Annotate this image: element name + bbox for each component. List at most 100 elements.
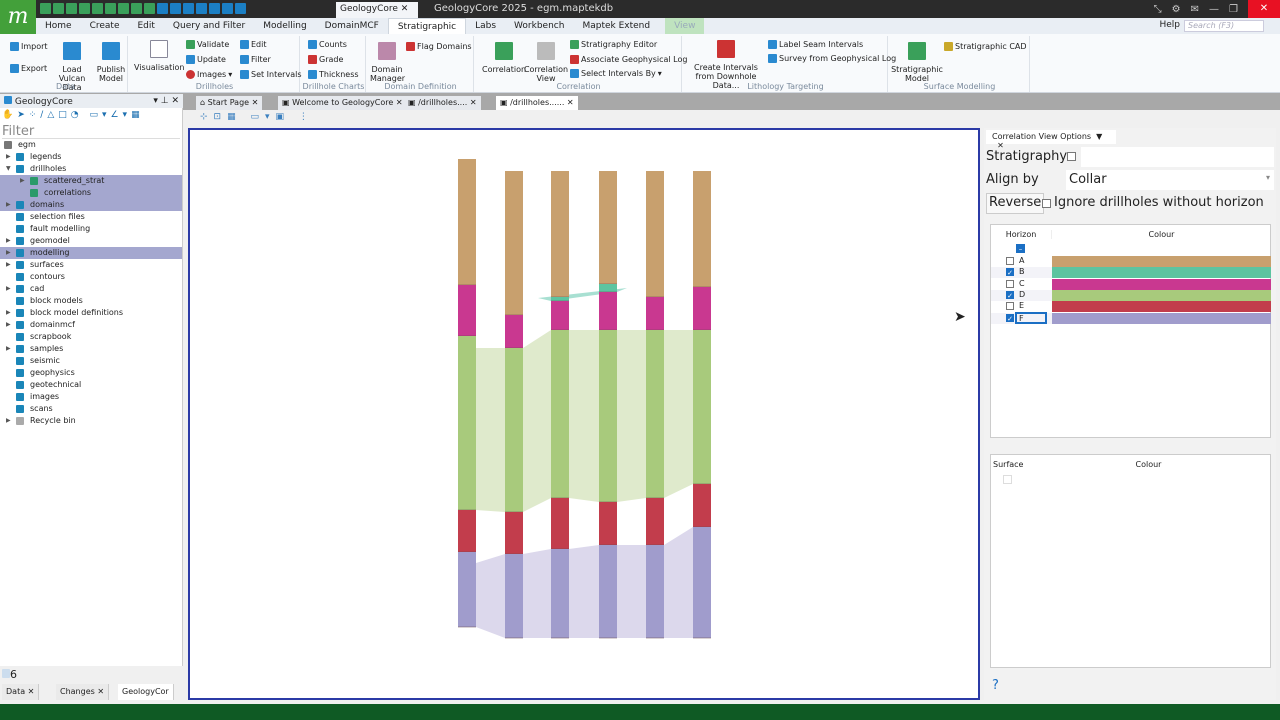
- expand-icon[interactable]: ▶: [6, 199, 11, 211]
- close-tab-icon[interactable]: ✕: [95, 687, 104, 696]
- stratigraphic-model-button[interactable]: Stratigraphic Model: [891, 42, 943, 83]
- select-all-checkbox[interactable]: –: [1016, 244, 1025, 253]
- drillhole-1-interval-A[interactable]: [458, 159, 476, 285]
- help-icon[interactable]: ?: [992, 678, 999, 693]
- correlation-view-button[interactable]: Correlation View: [524, 42, 568, 83]
- quick-access-toolbar[interactable]: [40, 0, 248, 17]
- stratigraphy-field[interactable]: [1081, 147, 1274, 167]
- drillhole-2-interval-C[interactable]: [505, 315, 523, 348]
- flag-domains-button[interactable]: Flag Domains: [406, 42, 472, 51]
- close-tab-icon[interactable]: ✕: [393, 98, 403, 107]
- tree-item[interactable]: ▶ domains: [0, 199, 182, 211]
- drillhole-6-interval-F[interactable]: [693, 527, 711, 638]
- tree-item[interactable]: geophysics: [0, 367, 182, 379]
- surface-select-all-checkbox[interactable]: [1003, 475, 1012, 484]
- expand-icon[interactable]: ▶: [6, 319, 11, 331]
- thickness-button[interactable]: Thickness: [308, 70, 359, 79]
- pin-icon[interactable]: ⤡: [1154, 4, 1162, 15]
- drillhole-3-interval-F[interactable]: [551, 549, 569, 638]
- panel-controls[interactable]: ▾ ⊥ ✕: [153, 96, 179, 106]
- domain-manager-button[interactable]: Domain Manager: [370, 42, 405, 83]
- drillhole-4-interval-E[interactable]: [599, 502, 617, 545]
- gear-icon[interactable]: ⚙: [1172, 4, 1181, 15]
- horizon-checkbox[interactable]: ✓: [1006, 268, 1014, 277]
- horizon-checkbox[interactable]: [1006, 257, 1014, 265]
- counts-button[interactable]: Counts: [308, 40, 347, 49]
- horizon-row[interactable]: A: [991, 256, 1271, 267]
- ribbon-tab-stratigraphic[interactable]: Stratigraphic: [387, 17, 467, 35]
- ribbon-tab-modelling[interactable]: Modelling: [254, 18, 315, 34]
- expand-icon[interactable]: ▶: [6, 307, 11, 319]
- edit-button[interactable]: Edit: [240, 40, 267, 49]
- drillhole-5-interval-A[interactable]: [646, 171, 664, 297]
- close-tab-icon[interactable]: ✕: [249, 98, 259, 107]
- tree-item[interactable]: ▶ cad: [0, 283, 182, 295]
- survey-log-button[interactable]: Survey from Geophysical Log: [768, 54, 896, 63]
- expand-icon[interactable]: ▶: [6, 259, 11, 271]
- stratigraphy-checkbox[interactable]: [1067, 152, 1076, 161]
- drillhole-3-interval-D[interactable]: [551, 330, 569, 498]
- expand-icon[interactable]: ▶: [6, 151, 11, 163]
- drillhole-6-interval-A[interactable]: [693, 171, 711, 287]
- close-tab-icon[interactable]: ✕: [467, 98, 477, 107]
- label-seam-button[interactable]: Label Seam Intervals: [768, 40, 863, 49]
- correlation-view[interactable]: [188, 128, 980, 700]
- horizon-colour-swatch[interactable]: [1052, 267, 1271, 279]
- grade-button[interactable]: Grade: [308, 55, 343, 64]
- filter-button[interactable]: Filter: [240, 55, 271, 64]
- align-by-select[interactable]: Collar ▾: [1066, 170, 1274, 190]
- tree-item[interactable]: geotechnical: [0, 379, 182, 391]
- drillhole-6-interval-C[interactable]: [693, 287, 711, 330]
- tree-item[interactable]: ▶ geomodel: [0, 235, 182, 247]
- options-panel-tab[interactable]: Correlation View Options ▼ ✕: [986, 130, 1116, 150]
- tree-item[interactable]: ▶ legends: [0, 151, 182, 163]
- associate-log-button[interactable]: Associate Geophysical Log: [570, 55, 687, 64]
- bottom-tab[interactable]: Changes ✕: [56, 684, 110, 700]
- search-input[interactable]: Search (F3): [1184, 20, 1264, 32]
- import-button[interactable]: Import: [10, 42, 48, 51]
- horizon-row[interactable]: C: [991, 278, 1271, 290]
- drillhole-4-interval-B[interactable]: [599, 284, 617, 292]
- drillhole-1-interval-F[interactable]: [458, 552, 476, 627]
- ribbon-tab-domainmcf[interactable]: DomainMCF: [316, 18, 388, 34]
- horizon-colour-swatch[interactable]: [1052, 278, 1271, 290]
- drillhole-6-interval-D[interactable]: [693, 330, 711, 484]
- correlation-button[interactable]: Correlation: [482, 42, 526, 74]
- tree-item[interactable]: seismic: [0, 355, 182, 367]
- expand-icon[interactable]: ▶: [6, 415, 11, 427]
- tree-item[interactable]: ▼ drillholes: [0, 163, 182, 175]
- help-link[interactable]: Help: [1159, 20, 1180, 30]
- app-tab[interactable]: GeologyCore ✕: [336, 2, 418, 18]
- doc-tab[interactable]: ⌂ Start Page ✕: [196, 96, 263, 110]
- drillhole-1-interval-D[interactable]: [458, 336, 476, 510]
- tree-item[interactable]: contours: [0, 271, 182, 283]
- ribbon-tab-query-and-filter[interactable]: Query and Filter: [164, 18, 254, 34]
- tree-item[interactable]: ▶ block model definitions: [0, 307, 182, 319]
- ribbon-tab-maptek-extend[interactable]: Maptek Extend: [573, 18, 659, 34]
- ribbon-tab-edit[interactable]: Edit: [128, 18, 163, 34]
- tree-item[interactable]: correlations: [0, 187, 182, 199]
- close-tab-icon[interactable]: ✕: [564, 98, 574, 107]
- expand-icon[interactable]: ▶: [6, 247, 11, 259]
- doc-tab[interactable]: ▣ /drillholes.... ✕: [404, 96, 481, 110]
- expand-icon[interactable]: ▶: [6, 235, 11, 247]
- publish-model-button[interactable]: Publish Model: [94, 42, 128, 83]
- validate-button[interactable]: Validate: [186, 40, 229, 49]
- drillhole-5-interval-D[interactable]: [646, 330, 664, 498]
- drillhole-4-interval-D[interactable]: [599, 330, 617, 502]
- update-button[interactable]: Update: [186, 55, 226, 64]
- drillhole-3-interval-B[interactable]: [551, 297, 569, 301]
- drillhole-3-interval-C[interactable]: [551, 301, 569, 330]
- tree-item[interactable]: images: [0, 391, 182, 403]
- drillhole-2-interval-F[interactable]: [505, 554, 523, 638]
- set-intervals-button[interactable]: Set Intervals: [240, 70, 301, 79]
- horizon-row[interactable]: ✓ B: [991, 267, 1271, 279]
- horizon-checkbox[interactable]: [1006, 302, 1014, 311]
- stratigraphy-editor-button[interactable]: Stratigraphy Editor: [570, 40, 657, 49]
- visualisation-button[interactable]: Visualisation: [134, 40, 185, 72]
- expand-icon[interactable]: ▶: [20, 175, 25, 187]
- expand-icon[interactable]: ▶: [6, 283, 11, 295]
- drillhole-3-interval-A[interactable]: [551, 171, 569, 297]
- drillhole-3-interval-E[interactable]: [551, 498, 569, 549]
- drillhole-2-interval-D[interactable]: [505, 348, 523, 512]
